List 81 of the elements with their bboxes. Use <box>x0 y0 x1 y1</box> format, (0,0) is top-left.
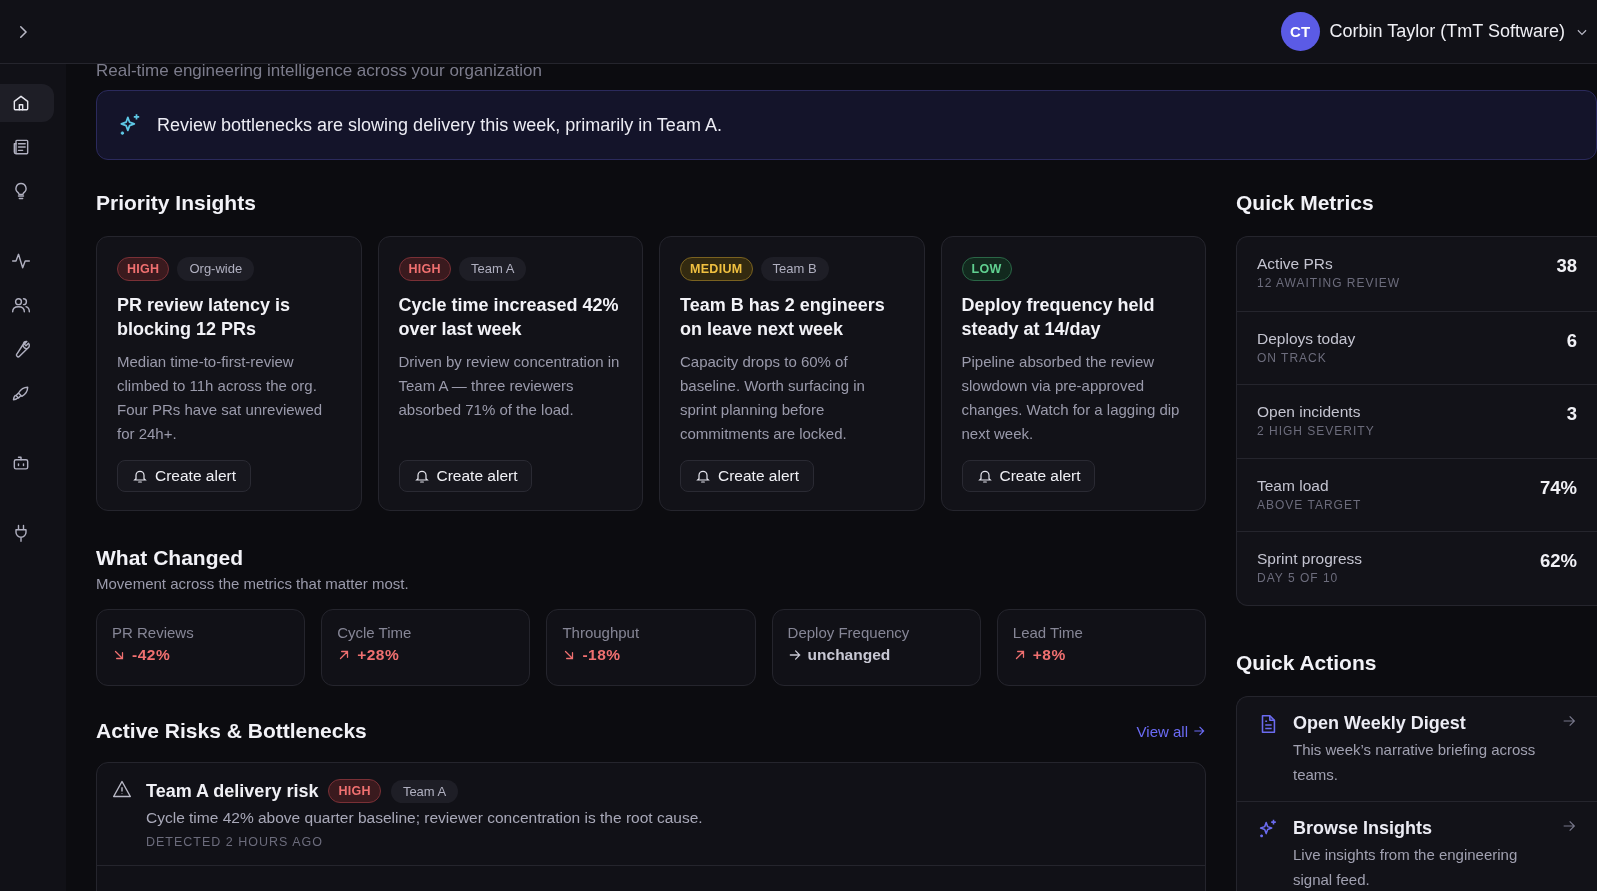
create-alert-button[interactable]: Create alert <box>680 460 814 492</box>
insight-description: Capacity drops to 60% of baseline. Worth surfacing in sprint planning before commitments are locked. <box>680 352 866 444</box>
action-description: Live insights from the engineering signal feed. <box>1293 844 1519 890</box>
section-title: Quick Metrics <box>1236 190 1375 216</box>
page-subtitle: Real-time engineering intelligence across your organization <box>96 60 544 82</box>
metric-label: Deploys today <box>1257 329 1356 348</box>
sparkle-icon <box>1257 817 1279 840</box>
bell-icon <box>132 468 148 484</box>
insight-title: Team B has 2 engineers on leave next week <box>680 294 886 341</box>
section-subtitle: Movement across the metrics that matter most. <box>96 575 410 592</box>
arrow-right-icon <box>1192 724 1206 738</box>
down-right-arrow-icon <box>112 648 126 662</box>
metric-label: Open incidents <box>1257 403 1362 422</box>
create-alert-button[interactable]: Create alert <box>398 460 533 492</box>
metric-label: PR Reviews <box>112 624 195 641</box>
metric-note: ON TRACK <box>1257 350 1328 365</box>
section-title: Quick Actions <box>1236 649 1378 676</box>
warning-icon <box>112 779 132 799</box>
metric-label: Throughput <box>562 624 641 641</box>
severity-tag: MEDIUM <box>680 257 753 281</box>
bell-icon <box>413 468 430 484</box>
bell-icon <box>695 468 711 484</box>
quick-action-item[interactable]: Browse Insights Live insights from the engineering signal feed. <box>1237 801 1597 891</box>
severity-tag: HIGH <box>398 257 451 281</box>
detected-time: DETECTED 2 HOURS AGO <box>146 835 324 849</box>
home-icon <box>11 93 31 113</box>
metric-value: 3 <box>1566 403 1577 426</box>
metric-value: 6 <box>1566 329 1577 352</box>
metric-note: DAY 5 OF 10 <box>1257 571 1340 586</box>
metric-label: Active PRs <box>1257 255 1334 273</box>
newspaper-icon <box>11 137 31 157</box>
user-avatar[interactable]: CT <box>1280 12 1320 51</box>
insight-description: Driven by review concentration in Team A — three reviewers absorbed 71% of the load. <box>398 352 621 420</box>
scope-tag: Team A <box>390 779 459 803</box>
risk-description: Cycle time 42% above quarter baseline; reviewer concentration is the root cause. <box>146 809 703 827</box>
insight-title: Cycle time increased 42% over last week <box>398 294 620 341</box>
user-name[interactable]: Corbin Taylor (TmT Software) <box>1329 21 1565 42</box>
metric-note: 2 HIGH SEVERITY <box>1257 424 1375 439</box>
action-title: Open Weekly Digest <box>1293 712 1467 734</box>
create-alert-button[interactable]: Create alert <box>117 460 251 492</box>
metric-change-value: +28% <box>357 646 400 664</box>
risk-title: Team A delivery risk <box>146 780 319 802</box>
severity-tag: LOW <box>961 257 1012 281</box>
insight-title: PR review latency is blocking 12 PRs <box>117 294 292 341</box>
metric-change-value: -18% <box>582 646 621 664</box>
metric-note: ABOVE TARGET <box>1257 497 1362 512</box>
metric-label: Deploy Frequency <box>787 624 911 641</box>
section-title: Priority Insights <box>96 190 257 216</box>
metric-change-value: +8% <box>1032 646 1066 664</box>
metric-value: 38 <box>1556 255 1577 277</box>
users-icon <box>11 295 31 315</box>
metric-change-value: unchanged <box>807 646 891 664</box>
metric-label: Lead Time <box>1012 624 1084 641</box>
banner-text: Review bottlenecks are slowing delivery this week, primarily in Team A. <box>157 114 722 136</box>
quick-action-item[interactable]: Open Weekly Digest This week’s narrative briefing across teams. <box>1237 696 1597 802</box>
robot-icon <box>11 453 31 473</box>
view-all-link[interactable]: View all <box>1136 722 1206 740</box>
severity-tag: HIGH <box>117 257 170 281</box>
insight-description: Median time-to-first-review climbed to 11h across the org. Four PRs have sat unreviewed for 24h+. <box>117 352 324 444</box>
bell-icon <box>976 468 993 484</box>
right-arrow-icon <box>787 648 802 662</box>
metric-label: Team load <box>1257 476 1330 495</box>
scope-tag: Team B <box>760 257 829 281</box>
metric-label: Sprint progress <box>1257 550 1363 569</box>
sidebar-nav-item[interactable] <box>0 84 54 122</box>
insight-description: Pipeline absorbed the review slowdown via pre-approved changes. Watch for a lagging dip next week. <box>961 352 1181 444</box>
metric-change-value: -42% <box>132 646 171 664</box>
section-title: What Changed <box>96 545 244 571</box>
insight-title: Deploy frequency held steady at 14/day <box>961 294 1156 341</box>
metric-label: Cycle Time <box>337 624 413 641</box>
scope-tag: Org-wide <box>177 257 255 281</box>
metric-value: 62% <box>1539 550 1577 573</box>
pulse-icon <box>11 251 31 271</box>
metric-note: 12 AWAITING REVIEW <box>1257 276 1401 290</box>
section-title: Active Risks & Bottlenecks <box>96 718 367 744</box>
scope-tag: Team A <box>458 257 527 281</box>
metric-value: 74% <box>1539 476 1577 499</box>
action-description: This week’s narrative briefing across teams. <box>1293 739 1537 785</box>
create-alert-button[interactable]: Create alert <box>961 460 1096 492</box>
severity-tag: HIGH <box>328 779 381 803</box>
action-title: Browse Insights <box>1293 817 1434 839</box>
